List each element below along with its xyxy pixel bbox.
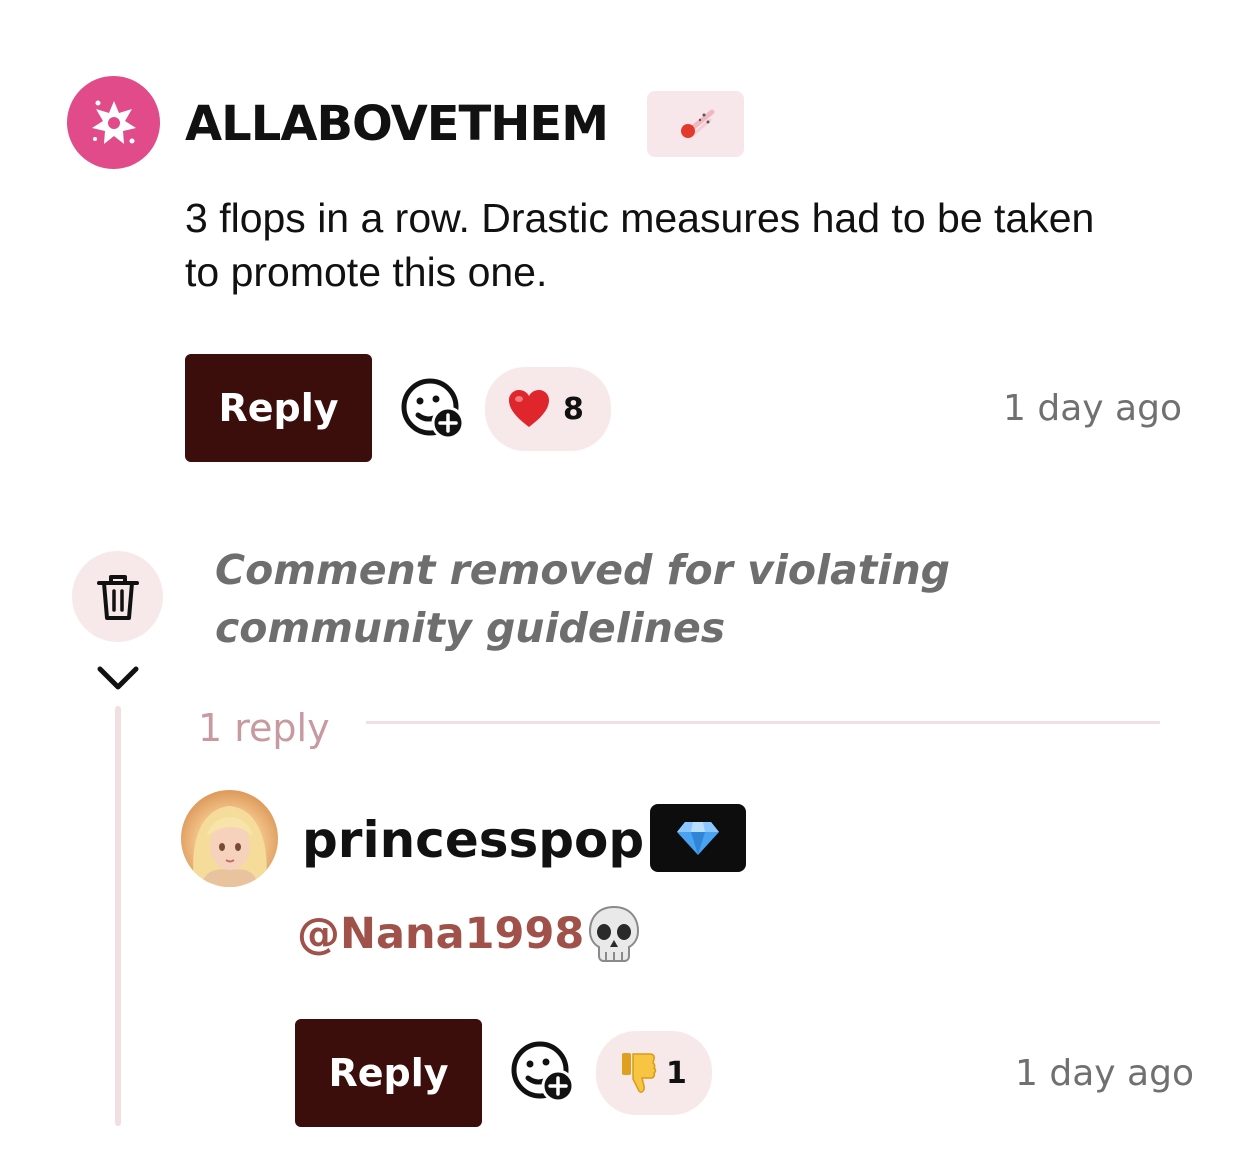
starburst-icon xyxy=(91,100,136,144)
reply-button[interactable]: Reply xyxy=(295,1019,482,1127)
skull-emoji xyxy=(586,904,642,964)
reply-avatar[interactable] xyxy=(181,790,278,887)
anime-avatar xyxy=(193,806,267,887)
diamond-icon xyxy=(677,822,719,855)
chevron-down-icon xyxy=(97,666,139,690)
add-reaction-button[interactable] xyxy=(510,1040,576,1104)
comment-timestamp: 1 day ago xyxy=(1003,388,1182,429)
thread-line xyxy=(115,706,121,1126)
comment-username[interactable]: ALLABOVETHEM xyxy=(185,96,609,152)
add-reaction-icon xyxy=(511,1041,575,1103)
removed-comment-text: Comment removed for violating community … xyxy=(215,546,950,652)
reply-button[interactable]: Reply xyxy=(185,354,372,462)
replies-count[interactable]: 1 reply xyxy=(198,705,330,751)
collapse-replies-button[interactable] xyxy=(95,662,141,694)
thumbs-down-icon xyxy=(622,1053,657,1093)
reaction-count: 8 xyxy=(563,391,584,427)
reaction-pill[interactable]: 1 xyxy=(596,1031,712,1115)
reply-mention[interactable]: @Nana1998 xyxy=(297,908,584,960)
removed-comment-icon xyxy=(72,551,163,642)
user-avatar[interactable] xyxy=(67,76,160,169)
trash-icon xyxy=(96,574,139,620)
add-reaction-button[interactable] xyxy=(400,377,466,441)
reaction-pill[interactable]: 8 xyxy=(485,367,611,451)
reply-user-badge[interactable] xyxy=(650,804,746,872)
reaction-count: 1 xyxy=(666,1055,687,1091)
reply-username[interactable]: princesspop xyxy=(302,811,644,869)
heart-icon xyxy=(509,390,549,427)
meteor-icon xyxy=(680,109,714,138)
skull-icon xyxy=(588,905,640,962)
reply-timestamp: 1 day ago xyxy=(1015,1053,1194,1094)
user-badge[interactable] xyxy=(647,91,744,157)
add-reaction-icon xyxy=(401,378,465,440)
replies-divider xyxy=(366,721,1160,724)
comment-text: 3 flops in a row. Drastic measures had t… xyxy=(185,195,1095,295)
